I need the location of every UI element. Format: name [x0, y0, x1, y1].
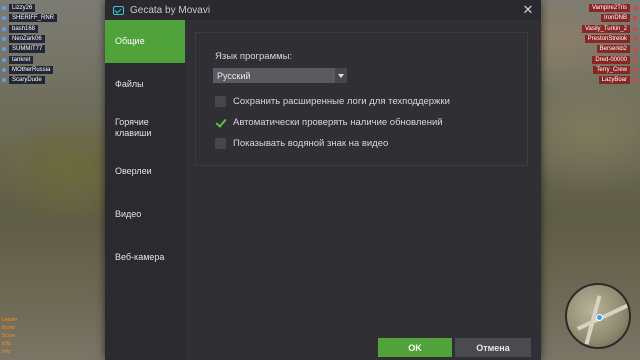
team-dot-icon: [2, 37, 6, 42]
title-bar[interactable]: Gecata by Movavi ✕: [105, 0, 541, 20]
sidebar-item-general[interactable]: Общие: [105, 20, 185, 63]
player-name: Lizzy26: [9, 4, 36, 13]
player-row: NeoZark06: [2, 34, 80, 44]
team-dot-icon: [633, 67, 637, 72]
player-row: Dred-00000: [592, 54, 637, 64]
sidebar-item-files[interactable]: Файлы: [105, 63, 185, 106]
player-row: SHERIFF_RNR: [2, 13, 80, 23]
settings-group: Язык программы: Русский Сохранить расшир…: [195, 32, 528, 166]
gecata-logo-icon: [113, 5, 124, 15]
player-row: LazyBoar: [598, 75, 637, 85]
player-name: Vasily_Turkin_2: [581, 24, 630, 33]
player-name: bash168: [9, 24, 39, 33]
player-row: tankret: [2, 54, 80, 64]
team-dot-icon: [633, 37, 637, 42]
sidebar-item-webcam[interactable]: Веб-камера: [105, 236, 185, 279]
option-label: Показывать водяной знак на видео: [233, 138, 389, 149]
auto-updates-checkbox[interactable]: [215, 117, 226, 128]
minimap-road: [576, 303, 629, 331]
player-name: IronDNB: [600, 14, 630, 23]
general-settings-panel: Язык программы: Русский Сохранить расшир…: [185, 20, 541, 360]
option-label: Автоматически проверять наличие обновлен…: [233, 117, 443, 128]
team-dot-icon: [633, 47, 637, 52]
player-name: LazyBoar: [598, 76, 630, 85]
player-name: NeoZark06: [9, 35, 45, 44]
extended-logs-checkbox[interactable]: [215, 96, 226, 107]
player-row: Berserkb2: [596, 44, 637, 54]
player-name: Dred-00000: [592, 55, 630, 64]
player-row: bash168: [2, 24, 80, 34]
watermark-checkbox[interactable]: [215, 138, 226, 149]
language-label: Язык программы:: [215, 51, 293, 62]
player-name: SHERIFF_RNR: [9, 14, 58, 23]
language-select[interactable]: Русский: [213, 68, 347, 83]
language-select-value: Русский: [217, 70, 251, 81]
option-auto-updates[interactable]: Автоматически проверять наличие обновлен…: [215, 117, 443, 128]
team-dot-icon: [2, 57, 6, 62]
player-name: SUMMIT77: [9, 45, 46, 54]
sidebar-item-hotkeys[interactable]: Горячие клавиши: [105, 106, 185, 150]
player-row: SUMMIT77: [2, 44, 80, 54]
player-name: tankret: [9, 55, 34, 64]
ok-button[interactable]: OK: [378, 338, 452, 357]
player-name: Terry_Crew: [593, 65, 630, 74]
sidebar-item-video[interactable]: Видео: [105, 193, 185, 236]
team-dot-icon: [2, 47, 6, 52]
hud-line: Info: [2, 349, 11, 355]
player-row: Lizzy26: [2, 3, 80, 13]
minimap: [565, 283, 631, 349]
hud-stats: Leader Bomb Score Kills Info: [2, 316, 42, 356]
option-watermark[interactable]: Показывать водяной знак на видео: [215, 138, 388, 149]
team-list-left: Lizzy26 SHERIFF_RNR bash168 NeoZark06 SU…: [2, 3, 80, 85]
settings-dialog: Gecata by Movavi ✕ Общие Файлы Горячие к…: [105, 0, 541, 360]
team-dot-icon: [2, 26, 6, 31]
team-dot-icon: [633, 26, 637, 31]
sidebar-item-overlays[interactable]: Оверлеи: [105, 150, 185, 193]
cancel-button[interactable]: Отмена: [455, 338, 531, 357]
player-name: ScaryDude: [9, 76, 45, 85]
player-row: ScaryDude: [2, 75, 80, 85]
hud-line: Bomb: [2, 325, 16, 331]
player-row: Vasily_Turkin_2: [581, 24, 637, 34]
team-dot-icon: [633, 78, 637, 83]
player-name: MOtherRussia: [9, 65, 54, 74]
team-dot-icon: [633, 6, 637, 11]
player-marker-icon: [596, 314, 603, 321]
player-name: PrestonStrelok: [584, 35, 630, 44]
team-dot-icon: [2, 67, 6, 72]
hud-line: Score: [2, 333, 16, 339]
team-dot-icon: [633, 57, 637, 62]
team-dot-icon: [633, 16, 637, 21]
team-dot-icon: [2, 6, 6, 11]
chevron-down-icon: [335, 68, 347, 83]
hud-line: Leader: [2, 317, 18, 323]
hud-line: Kills: [2, 341, 12, 347]
window-title: Gecata by Movavi: [130, 4, 211, 16]
player-row: MOtherRussia: [2, 65, 80, 75]
team-dot-icon: [2, 16, 6, 21]
player-row: PrestonStrelok: [584, 34, 637, 44]
settings-sidebar: Общие Файлы Горячие клавиши Оверлеи Виде…: [105, 20, 185, 360]
team-list-right: Vampire2Tris IronDNB Vasily_Turkin_2 Pre…: [557, 3, 637, 85]
player-name: Berserkb2: [596, 45, 630, 54]
player-row: IronDNB: [600, 13, 637, 23]
team-dot-icon: [2, 78, 6, 83]
player-row: Vampire2Tris: [588, 3, 637, 13]
player-name: Vampire2Tris: [588, 4, 630, 13]
option-label: Сохранить расширенные логи для техподдер…: [233, 96, 450, 107]
close-icon[interactable]: ✕: [521, 3, 535, 17]
option-extended-logs[interactable]: Сохранить расширенные логи для техподдер…: [215, 96, 450, 107]
player-row: Terry_Crew: [593, 65, 637, 75]
